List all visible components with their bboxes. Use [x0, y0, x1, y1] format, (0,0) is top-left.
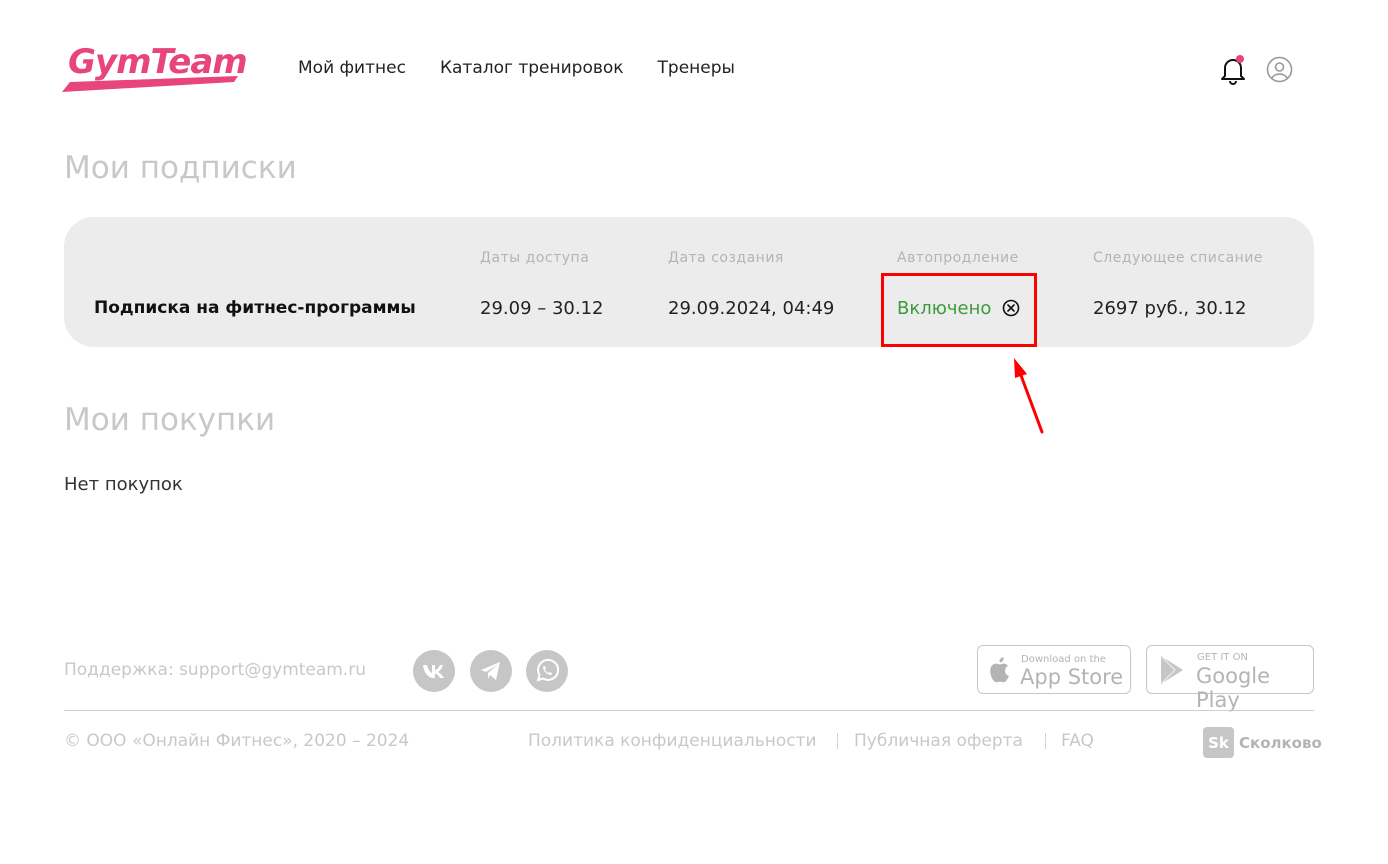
google-play-button[interactable]: GET IT ON Google Play: [1146, 645, 1314, 712]
logo-swoosh-icon: [62, 76, 238, 92]
autorenew-highlight-box: [881, 273, 1037, 347]
google-play-small-text: GET IT ON: [1197, 652, 1248, 663]
app-store-big-text: App Store: [1020, 665, 1124, 689]
support-email[interactable]: Поддержка: support@gymteam.ru: [64, 660, 366, 680]
app-store-button[interactable]: Download on the App Store: [977, 645, 1131, 694]
col-head-access: Даты доступа: [480, 250, 590, 266]
col-head-autorenew: Автопродление: [897, 250, 1019, 266]
annotation-arrow-icon: [1014, 358, 1044, 434]
vk-icon: [423, 665, 444, 678]
google-play-icon: [1160, 655, 1183, 685]
purchases-title: Мои покупки: [64, 402, 276, 438]
nav-trainers[interactable]: Тренеры: [658, 58, 735, 78]
faq-link[interactable]: FAQ: [1061, 731, 1094, 751]
skolkovo-logo-badge: Sk: [1203, 727, 1234, 758]
col-head-next: Следующее списание: [1093, 250, 1264, 266]
copyright-text: © ООО «Онлайн Фитнес», 2020 – 2024: [64, 731, 410, 751]
link-separator: [1045, 733, 1046, 749]
telegram-button[interactable]: [470, 650, 512, 692]
user-profile-icon[interactable]: [1266, 56, 1293, 83]
privacy-policy-link[interactable]: Политика конфиденциальности: [528, 731, 817, 751]
public-offer-link[interactable]: Публичная оферта: [854, 731, 1023, 751]
nav-my-fitness[interactable]: Мой фитнес: [298, 58, 406, 78]
apple-icon: [990, 657, 1009, 683]
skolkovo-logo-text: Сколково: [1239, 734, 1322, 752]
gymteam-logo[interactable]: GymTeam: [62, 42, 248, 96]
subscription-created-date: 29.09.2024, 04:49: [668, 298, 835, 319]
google-play-big-text: Google Play: [1196, 664, 1271, 712]
no-purchases-text: Нет покупок: [64, 474, 183, 495]
subscription-access-dates: 29.09 – 30.12: [480, 298, 604, 319]
subscription-card: Даты доступа Дата создания Автопродление…: [64, 217, 1314, 347]
app-store-small-text: Download on the: [1021, 654, 1106, 665]
header: GymTeam Мой фитнес Каталог тренировок Тр…: [0, 0, 1388, 140]
vk-button[interactable]: [413, 650, 455, 692]
nav-catalog[interactable]: Каталог тренировок: [440, 58, 624, 78]
telegram-icon: [481, 662, 500, 680]
link-separator: [837, 733, 838, 749]
subscription-name: Подписка на фитнес-программы: [94, 298, 416, 318]
whatsapp-icon: [536, 658, 560, 682]
subscriptions-title: Мои подписки: [64, 150, 297, 186]
footer-divider: [64, 710, 1314, 711]
next-charge: 2697 руб., 30.12: [1093, 298, 1247, 319]
col-head-created: Дата создания: [668, 250, 784, 266]
notification-dot: [1236, 55, 1244, 63]
whatsapp-button[interactable]: [526, 650, 568, 692]
main-nav: Мой фитнес Каталог тренировок Тренеры: [298, 58, 735, 78]
